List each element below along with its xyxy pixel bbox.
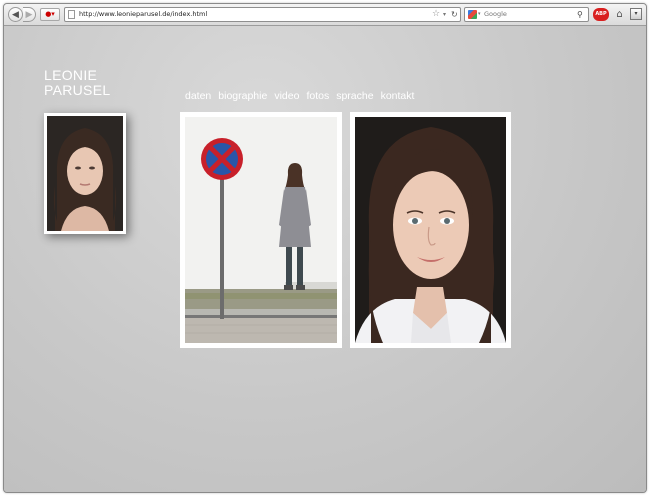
bookmark-icon: ●▾: [45, 10, 55, 18]
web-page: LEONIE PARUSEL daten biographie video fo…: [4, 26, 646, 492]
magnifier-icon[interactable]: ⚲: [577, 8, 583, 21]
site-title[interactable]: LEONIE PARUSEL: [44, 68, 110, 98]
standing-photo[interactable]: [180, 112, 342, 348]
nav-item-video[interactable]: video: [274, 90, 299, 102]
portrait-thumbnail[interactable]: [44, 113, 126, 234]
search-engine-dropdown-icon[interactable]: ▾: [478, 8, 481, 21]
portrait-photo[interactable]: [350, 112, 511, 348]
back-button[interactable]: ◀: [8, 7, 23, 22]
google-icon[interactable]: [468, 10, 477, 19]
adblock-icon[interactable]: ABP: [593, 8, 609, 21]
nav-item-kontakt[interactable]: kontakt: [381, 90, 415, 102]
address-bar[interactable]: http://www.leonieparusel.de/index.html ☆…: [64, 7, 461, 22]
nav-item-fotos[interactable]: fotos: [306, 90, 329, 102]
search-bar[interactable]: ▾ ⚲: [464, 7, 589, 22]
standing-photo-image: [185, 117, 337, 343]
page-icon: [68, 10, 75, 19]
nav-item-sprache[interactable]: sprache: [336, 90, 373, 102]
back-icon: ◀: [12, 10, 19, 20]
url-dropdown-icon[interactable]: ▾: [443, 8, 446, 21]
portrait-thumbnail-image: [47, 116, 123, 231]
nav-item-daten[interactable]: daten: [185, 90, 211, 102]
site-title-line2: PARUSEL: [44, 82, 111, 98]
reload-icon[interactable]: ↻: [451, 8, 458, 21]
search-input[interactable]: [484, 8, 574, 21]
browser-toolbar: ◀ ▶ ●▾ http://www.leonieparusel.de/index…: [4, 4, 646, 26]
bookmark-button[interactable]: ●▾: [40, 8, 60, 21]
star-icon[interactable]: ☆: [432, 8, 440, 21]
home-icon[interactable]: ⌂: [613, 7, 626, 22]
forward-icon: ▶: [25, 10, 33, 20]
portrait-photo-image: [355, 117, 506, 343]
nav-item-biographie[interactable]: biographie: [218, 90, 267, 102]
menu-icon[interactable]: ▾: [630, 8, 642, 20]
main-nav: daten biographie video fotos sprache kon…: [185, 90, 414, 102]
url-text[interactable]: http://www.leonieparusel.de/index.html: [79, 8, 207, 21]
forward-button[interactable]: ▶: [23, 7, 36, 22]
browser-window: ◀ ▶ ●▾ http://www.leonieparusel.de/index…: [3, 3, 647, 493]
site-title-line1: LEONIE: [44, 67, 98, 83]
